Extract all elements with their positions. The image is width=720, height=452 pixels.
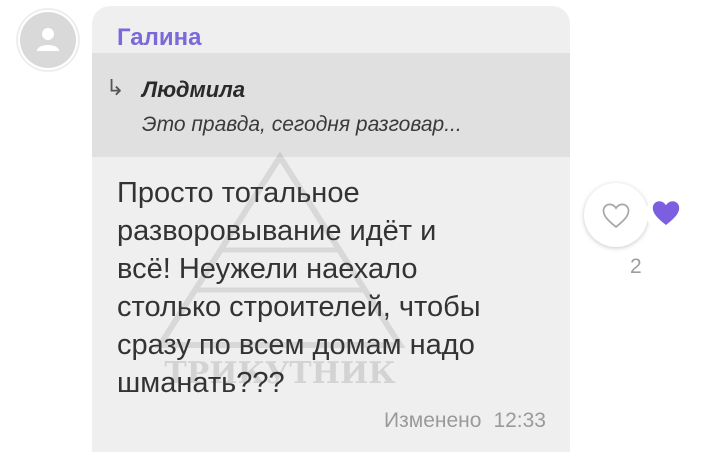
message-line: сразу по всем домам надо [117, 329, 475, 361]
reply-arrow-icon: ↳ [106, 75, 125, 100]
avatar-person-icon [18, 10, 78, 70]
quote-author: Людмила [142, 77, 246, 102]
like-count[interactable]: 2 [630, 255, 642, 279]
reaction-heart[interactable] [646, 193, 686, 233]
chat-screen: Галина ↳ Людмила Это правда, сегодня раз… [0, 0, 720, 452]
message-line: разворовывание идёт и [117, 215, 437, 247]
message-line: всё! Неужели наехало [117, 253, 418, 285]
quoted-message[interactable]: ↳ Людмила Это правда, сегодня разговар..… [92, 53, 570, 157]
edited-label: Изменено [384, 409, 482, 432]
avatar[interactable] [16, 8, 80, 72]
message-line: столько строителей, чтобы [117, 291, 481, 323]
like-button[interactable] [584, 183, 648, 247]
quote-text: Это правда, сегодня разговар... [142, 113, 462, 136]
message-line: шманать??? [117, 367, 285, 399]
message-line: Просто тотальное [117, 177, 360, 209]
message-text: Просто тотальное разворовывание идёт и в… [117, 174, 557, 402]
message-time: 12:33 [493, 409, 546, 432]
message-bubble[interactable]: Галина ↳ Людмила Это правда, сегодня раз… [92, 6, 570, 452]
sender-name[interactable]: Галина [117, 24, 201, 52]
message-meta: Изменено 12:33 [384, 409, 546, 433]
heart-filled-icon [652, 201, 680, 226]
heart-outline-icon [602, 203, 630, 228]
